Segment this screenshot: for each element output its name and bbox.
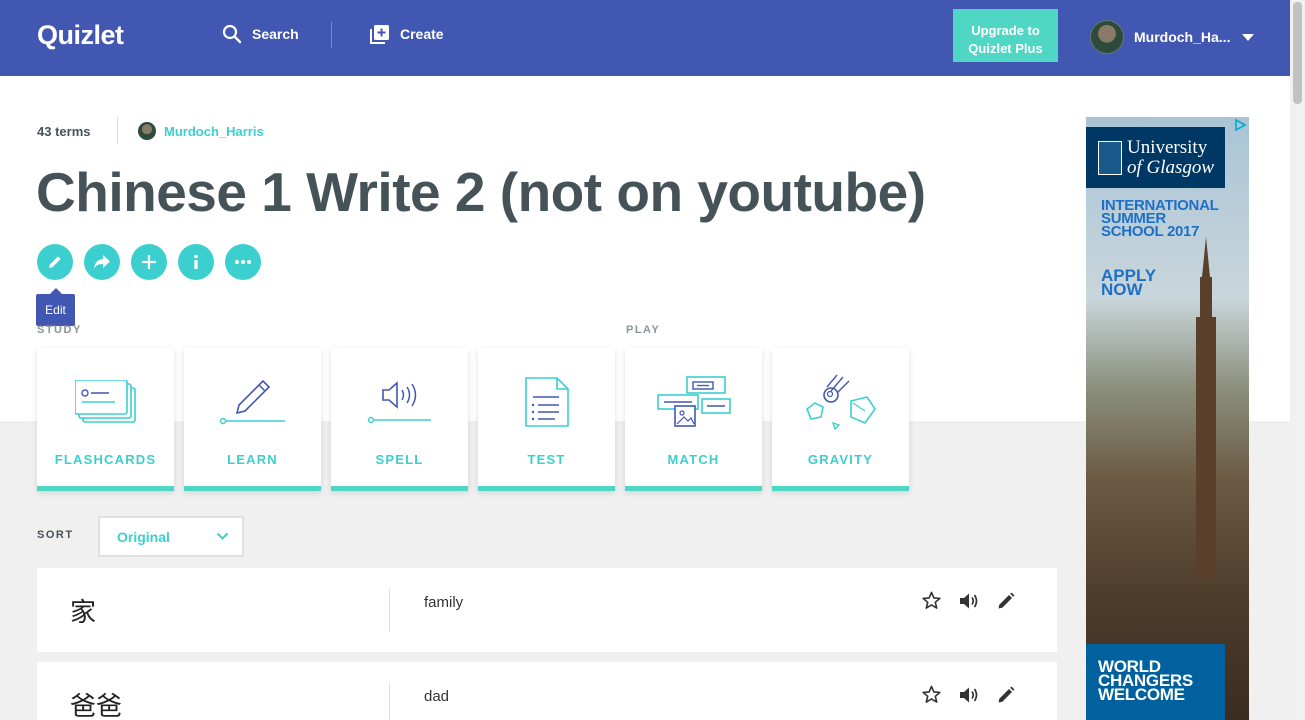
term-word: 家: [70, 598, 97, 628]
star-button[interactable]: [921, 590, 942, 611]
more-icon: [235, 260, 251, 264]
ad-logo-line-2: of Glasgow: [1127, 157, 1215, 178]
info-button[interactable]: [178, 244, 214, 280]
avatar: [1090, 20, 1124, 54]
set-actions: [37, 244, 261, 280]
term-divider: [389, 682, 390, 720]
term-divider: [389, 588, 390, 632]
share-button[interactable]: [84, 244, 120, 280]
mode-label: LEARN: [227, 452, 278, 467]
ad-apply-2: NOW: [1101, 280, 1143, 299]
user-menu[interactable]: Murdoch_Ha...: [1090, 20, 1255, 54]
gravity-icon: [805, 374, 876, 431]
search-label: Search: [252, 26, 299, 42]
edit-tooltip: Edit: [36, 288, 75, 326]
mode-label: FLASHCARDS: [54, 452, 157, 467]
upgrade-line-2: Quizlet Plus: [968, 40, 1043, 56]
star-icon: [922, 591, 941, 609]
crest-icon: [1098, 141, 1122, 175]
spell-icon: [367, 381, 431, 424]
sort-dropdown[interactable]: Original: [98, 516, 244, 557]
audio-button[interactable]: [958, 590, 979, 611]
ad-logo-line-1: University: [1127, 137, 1208, 158]
term-actions: [921, 590, 1016, 611]
study-label: STUDY: [37, 324, 82, 336]
mode-label: MATCH: [667, 452, 720, 467]
share-icon: [94, 255, 110, 269]
page-title: Chinese 1 Write 2 (not on youtube): [36, 161, 926, 223]
plus-icon: [142, 255, 156, 269]
upgrade-button[interactable]: Upgrade to Quizlet Plus: [953, 9, 1058, 62]
mode-spell[interactable]: SPELL: [331, 348, 468, 491]
chevron-down-icon: [216, 532, 229, 540]
nav-divider: [331, 22, 332, 48]
pencil-icon: [998, 592, 1014, 608]
test-icon: [524, 377, 569, 427]
mode-label: GRAVITY: [807, 452, 874, 467]
advertisement[interactable]: University of Glasgow INTERNATIONAL SUMM…: [1086, 117, 1249, 720]
learn-icon: [219, 379, 285, 425]
play-label: PLAY: [626, 324, 661, 336]
mode-learn[interactable]: LEARN: [184, 348, 321, 491]
mode-label: SPELL: [375, 452, 424, 467]
tower-illustration: [1196, 237, 1216, 577]
term-word: 爸爸: [70, 692, 123, 720]
mode-flashcards[interactable]: FLASHCARDS: [37, 348, 174, 491]
info-icon: [194, 254, 198, 269]
table-row: 爸爸 dad: [37, 662, 1057, 720]
scrollbar-thumb[interactable]: [1293, 2, 1302, 104]
meta-divider: [117, 117, 118, 144]
ad-bottom-banner: WORLD CHANGERS WELCOME: [1086, 644, 1225, 720]
edit-term-button[interactable]: [995, 684, 1016, 705]
pencil-icon: [49, 256, 61, 268]
author-avatar: [138, 122, 156, 140]
caret-down-icon: [1242, 33, 1255, 41]
ad-apply: APPLY NOW: [1101, 267, 1156, 299]
search-button[interactable]: Search: [222, 24, 299, 44]
top-navigation-bar: Quizlet Search Create Upgrade to Quizlet…: [0, 0, 1290, 76]
ad-bottom-3: WELCOME: [1098, 685, 1185, 704]
star-icon: [922, 685, 941, 703]
page-scrollbar[interactable]: [1290, 0, 1305, 720]
pencil-icon: [998, 686, 1014, 702]
table-row: 家 family: [37, 568, 1057, 652]
sort-label: SORT: [37, 529, 74, 541]
mode-test[interactable]: TEST: [478, 348, 615, 491]
term-actions: [921, 684, 1016, 705]
search-icon: [222, 24, 242, 44]
flashcards-icon: [74, 380, 136, 423]
audio-button[interactable]: [958, 684, 979, 705]
edit-term-button[interactable]: [995, 590, 1016, 611]
upgrade-line-1: Upgrade to: [971, 22, 1040, 38]
add-button[interactable]: [131, 244, 167, 280]
match-icon: [656, 376, 731, 427]
username: Murdoch_Ha...: [1134, 29, 1231, 45]
author-name: Murdoch_Harris: [164, 123, 264, 139]
mode-match[interactable]: MATCH: [625, 348, 762, 491]
study-modes: FLASHCARDS LEARN SPELL TEST MATCH GRAVIT…: [37, 348, 909, 491]
author-link[interactable]: Murdoch_Harris: [138, 122, 264, 140]
create-icon: [370, 25, 389, 44]
speaker-icon: [959, 687, 977, 702]
quizlet-logo[interactable]: Quizlet: [37, 20, 124, 51]
more-button[interactable]: [225, 244, 261, 280]
term-definition: family: [424, 594, 464, 611]
university-logo: University of Glasgow: [1086, 127, 1225, 188]
star-button[interactable]: [921, 684, 942, 705]
term-count: 43 terms: [37, 124, 91, 139]
mode-label: TEST: [527, 452, 566, 467]
term-definition: dad: [424, 688, 450, 705]
adchoices-icon[interactable]: [1233, 118, 1247, 132]
create-label: Create: [400, 26, 444, 42]
mode-gravity[interactable]: GRAVITY: [772, 348, 909, 491]
create-button[interactable]: Create: [370, 24, 444, 44]
sort-selected-value: Original: [117, 528, 170, 545]
edit-button[interactable]: [37, 244, 73, 280]
ad-headline-3: SCHOOL 2017: [1101, 223, 1200, 240]
speaker-icon: [959, 593, 977, 608]
ad-headline: INTERNATIONAL SUMMER SCHOOL 2017: [1101, 198, 1219, 240]
